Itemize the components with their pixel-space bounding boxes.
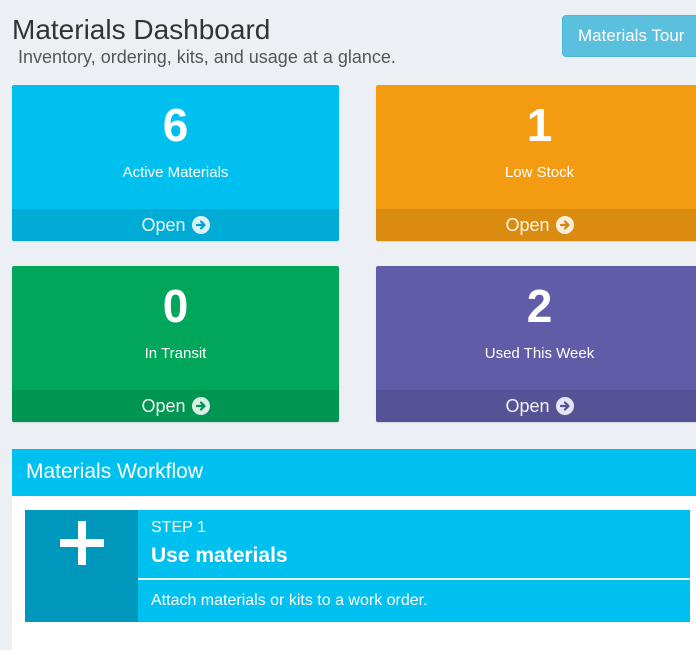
tile-count: 2 bbox=[526, 280, 553, 332]
tile-open-link[interactable]: Open bbox=[376, 390, 696, 422]
tile-active-materials: 6 Active Materials Open bbox=[12, 85, 339, 241]
tile-open-label: Open bbox=[505, 215, 550, 235]
tile-count: 0 bbox=[162, 280, 189, 332]
tile-used-this-week: 2 Used This Week Open bbox=[376, 266, 696, 422]
plus-icon bbox=[60, 521, 104, 565]
workflow-panel: Materials Workflow STEP 1 Use materials … bbox=[12, 449, 696, 650]
tile-open-label: Open bbox=[505, 396, 550, 416]
tile-label: In Transit bbox=[144, 345, 207, 362]
tile-open-link[interactable]: Open bbox=[12, 390, 339, 422]
materials-tour-button[interactable]: Materials Tour bbox=[562, 15, 696, 57]
arrow-circle-right-icon bbox=[555, 216, 574, 234]
step-number: STEP 1 bbox=[151, 519, 206, 536]
workflow-title: Materials Workflow bbox=[12, 450, 696, 496]
tile-open-label: Open bbox=[141, 396, 186, 416]
arrow-circle-right-icon bbox=[191, 216, 210, 234]
workflow-step: STEP 1 Use materials Attach materials or… bbox=[25, 510, 690, 622]
tile-open-label: Open bbox=[141, 215, 186, 235]
page-title: Materials Dashboard bbox=[12, 14, 271, 45]
tile-open-link[interactable]: Open bbox=[12, 209, 339, 241]
arrow-circle-right-icon bbox=[191, 397, 210, 415]
tile-label: Used This Week bbox=[484, 345, 595, 362]
step-title: Use materials bbox=[151, 544, 288, 567]
tile-in-transit: 0 In Transit Open bbox=[12, 266, 339, 422]
tile-label: Low Stock bbox=[504, 164, 575, 181]
tile-low-stock: 1 Low Stock Open bbox=[376, 85, 696, 241]
step-divider bbox=[138, 578, 690, 580]
tile-count: 1 bbox=[526, 99, 553, 151]
arrow-circle-right-icon bbox=[555, 397, 574, 415]
step-icon-box bbox=[25, 510, 138, 622]
tile-label: Active Materials bbox=[122, 164, 229, 181]
page-subtitle: Inventory, ordering, kits, and usage at … bbox=[18, 47, 396, 67]
step-description: Attach materials or kits to a work order… bbox=[151, 592, 428, 609]
tile-open-link[interactable]: Open bbox=[376, 209, 696, 241]
tile-count: 6 bbox=[162, 99, 189, 151]
